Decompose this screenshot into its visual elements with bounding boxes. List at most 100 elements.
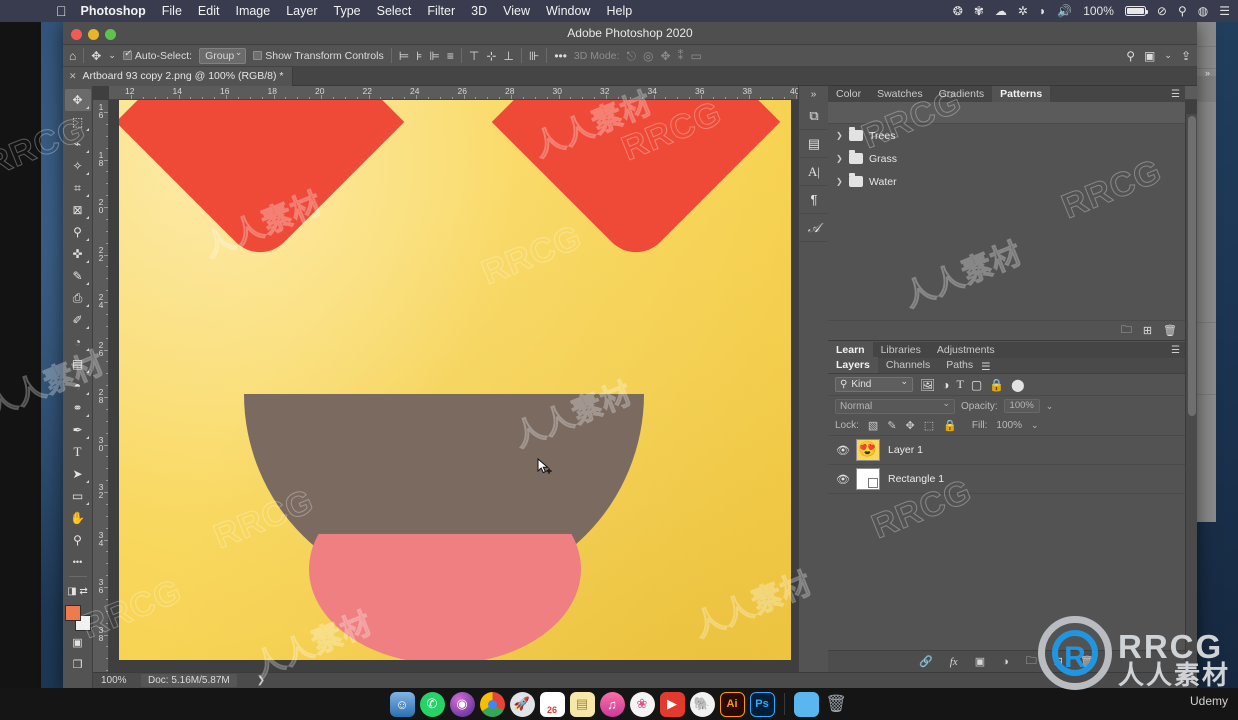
patterns-list[interactable]: ❯ Trees ❯ Grass ❯ Water	[828, 124, 1185, 318]
paragraph-panel-icon[interactable]: ¶	[799, 186, 829, 214]
tool-zoom[interactable]: ⚲	[65, 529, 91, 551]
distribute-horizontal-icon[interactable]: ≡	[447, 50, 454, 62]
dock-item-trash[interactable]: 🗑	[824, 692, 849, 717]
new-group-icon[interactable]: 🗀	[1026, 652, 1037, 671]
tool-history-brush[interactable]: ✐	[65, 309, 91, 331]
dock-item-photos[interactable]: ❀	[629, 691, 655, 717]
tool-move[interactable]: ✥	[64, 89, 91, 111]
tool-marquee[interactable]: ⬚	[65, 111, 91, 133]
move-tool-icon[interactable]: ✥	[91, 50, 101, 62]
tab-learn[interactable]: Learn	[828, 342, 873, 358]
menu-3d[interactable]: 3D	[471, 4, 487, 18]
dock-item-downloads-folder[interactable]	[793, 691, 819, 717]
align-vertical-center-icon[interactable]: ⊹	[486, 50, 496, 62]
menu-window[interactable]: Window	[546, 4, 590, 18]
blend-mode-select[interactable]: Normal	[835, 398, 955, 414]
fill-slider-icon[interactable]: ⌄	[1031, 420, 1039, 431]
pattern-group-grass[interactable]: ❯ Grass	[828, 147, 1185, 170]
pattern-group-water[interactable]: ❯ Water	[828, 170, 1185, 193]
tab-adjustments[interactable]: Adjustments	[929, 342, 1003, 358]
tab-libraries[interactable]: Libraries	[873, 342, 929, 358]
opacity-value[interactable]: 100%	[1003, 399, 1040, 413]
dock-item-calendar[interactable]: 26	[539, 691, 565, 717]
chevron-right-icon[interactable]: ❯	[836, 154, 843, 163]
arrange-documents-icon[interactable]: ▣	[1144, 50, 1155, 62]
pattern-group-trees[interactable]: ❯ Trees	[828, 124, 1185, 147]
tab-paths[interactable]: Paths	[938, 357, 981, 373]
tool-dodge[interactable]: ⚭	[65, 397, 91, 419]
emoji-thumbnail[interactable]	[856, 439, 880, 461]
layer-kind-select[interactable]: ⚲ Kind	[835, 376, 913, 392]
show-transform-check[interactable]	[253, 50, 263, 60]
chevron-right-icon[interactable]: ❯	[257, 675, 265, 686]
align-horizontal-center-icon[interactable]: ⊧	[416, 50, 422, 62]
menu-view[interactable]: View	[503, 4, 530, 18]
dock-item-siri[interactable]: ◉	[449, 691, 475, 717]
menu-filter[interactable]: Filter	[427, 4, 455, 18]
filter-toggle-icon[interactable]: ⬤	[1011, 378, 1024, 392]
menu-type[interactable]: Type	[334, 4, 361, 18]
tab-gradients[interactable]: Gradients	[931, 86, 993, 102]
document-info[interactable]: Doc: 5.16M/5.87M	[141, 674, 237, 687]
tool-hand[interactable]: ✋	[65, 507, 91, 529]
tool-rectangle[interactable]: ▭	[65, 485, 91, 507]
show-transform-checkbox[interactable]: Show Transform Controls	[253, 50, 384, 62]
eye-icon[interactable]: 👁	[836, 473, 850, 486]
layer-mask-icon[interactable]: ▣	[975, 655, 985, 668]
new-pattern-icon[interactable]: ⊞	[1143, 324, 1152, 337]
panel-menu-icon[interactable]: ☰	[981, 361, 990, 373]
eye-icon[interactable]: 👁	[836, 444, 850, 457]
tab-layers[interactable]: Layers	[828, 357, 878, 373]
tool-magic-wand[interactable]: ✧	[65, 155, 91, 177]
search-icon[interactable]: ⚲	[1126, 50, 1135, 62]
link-layers-icon[interactable]: 🔗	[919, 655, 933, 668]
tool-clone-stamp[interactable]: ⎙	[65, 287, 91, 309]
menu-help[interactable]: Help	[606, 4, 632, 18]
tool-healing-brush[interactable]: ✜	[65, 243, 91, 265]
panel-menu-icon[interactable]: ☰	[1171, 345, 1180, 356]
tool-type[interactable]: T	[65, 441, 91, 463]
canvas-vertical-scrollbar[interactable]	[1185, 114, 1197, 674]
chevron-down-icon[interactable]: ⌄	[1164, 51, 1172, 60]
chevron-right-icon[interactable]: ❯	[836, 131, 843, 140]
tool-brush[interactable]: ✎	[65, 265, 91, 287]
lock-artboard-icon[interactable]: ⬚	[924, 419, 934, 432]
vertical-ruler[interactable]: 16 18 20 22 24 26 28 30 32 34 36 38	[93, 100, 109, 688]
apple-icon[interactable]: 	[56, 4, 67, 18]
siri-icon[interactable]: ◍	[1198, 5, 1208, 17]
battery-icon[interactable]	[1124, 6, 1148, 16]
lock-transparent-icon[interactable]: ▧	[868, 419, 878, 432]
fill-value[interactable]: 100%	[996, 420, 1022, 431]
tool-pen[interactable]: ✒	[65, 419, 91, 441]
dock-item-notes[interactable]: ▤	[569, 691, 595, 717]
auto-select-checkbox[interactable]: Auto-Select:	[122, 48, 192, 62]
table-row[interactable]: 👁 Rectangle 1	[828, 465, 1185, 494]
tool-eraser[interactable]: ◔	[65, 331, 91, 353]
menu-image[interactable]: Image	[235, 4, 270, 18]
dropbox-icon[interactable]: ❂	[953, 5, 963, 17]
tool-lasso[interactable]: ⌁	[65, 133, 91, 155]
character-panel-icon[interactable]: A|	[799, 158, 829, 186]
dock-item-pdf[interactable]: ▶	[659, 691, 685, 717]
menu-edit[interactable]: Edit	[198, 4, 220, 18]
pixel-filter-icon[interactable]: 🖼	[920, 378, 935, 392]
wifi-icon[interactable]: ◗	[1039, 5, 1046, 17]
document-tab[interactable]: ✕ Artboard 93 copy 2.png @ 100% (RGB/8) …	[63, 66, 294, 86]
dock-item-photoshop[interactable]: Ps	[749, 691, 775, 717]
tab-patterns[interactable]: Patterns	[992, 86, 1051, 102]
glyphs-panel-icon[interactable]: 𝒜	[799, 214, 829, 242]
rectangle-thumbnail[interactable]	[856, 468, 880, 490]
align-right-icon[interactable]: ⊫	[429, 50, 439, 62]
align-bottom-icon[interactable]: ⊥	[503, 50, 513, 62]
menu-select[interactable]: Select	[377, 4, 412, 18]
lock-all-icon[interactable]: 🔒	[943, 419, 957, 432]
foreground-background-color[interactable]	[64, 605, 91, 631]
tool-quick-mask[interactable]: ◨ ⇄	[65, 580, 91, 602]
search-icon[interactable]: ⚲	[1178, 5, 1187, 17]
tab-color[interactable]: Color	[828, 86, 869, 102]
zoom-level[interactable]: 100%	[93, 675, 141, 686]
smart-object-filter-icon[interactable]: 🔒	[989, 378, 1004, 392]
dock-item-music[interactable]: ♫	[599, 691, 625, 717]
close-tab-icon[interactable]: ✕	[69, 71, 77, 82]
lock-image-icon[interactable]: ✎	[887, 419, 896, 432]
